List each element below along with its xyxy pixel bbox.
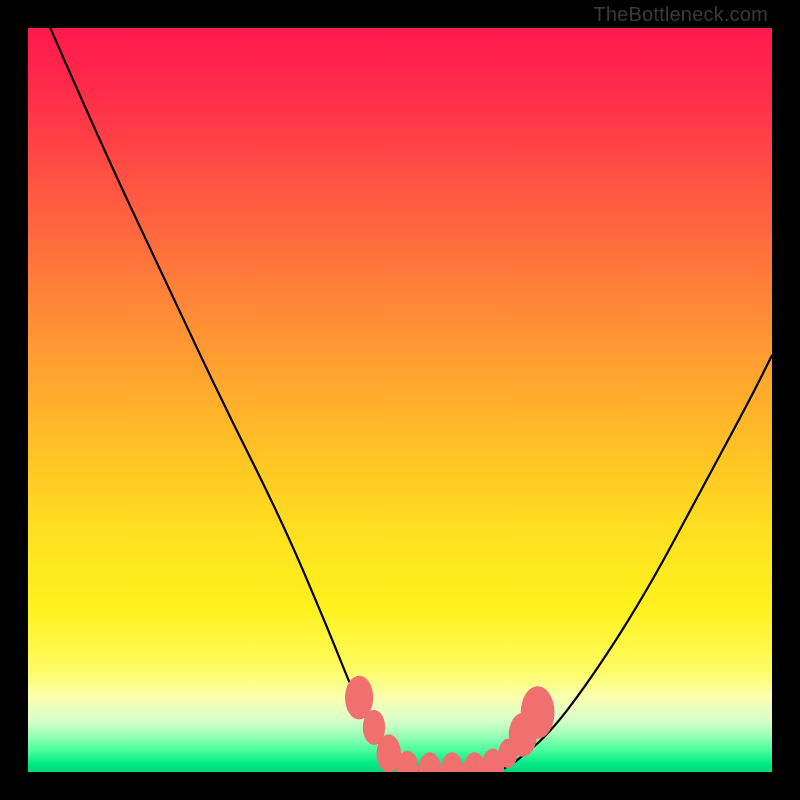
markers: [345, 676, 555, 772]
chart-frame: TheBottleneck.com: [0, 0, 800, 800]
marker-dot: [441, 752, 463, 772]
marker-dot: [521, 686, 555, 738]
curve-layer: [28, 28, 772, 772]
plot-area: [28, 28, 772, 772]
marker-dot: [419, 752, 441, 772]
bottleneck-curve: [50, 28, 772, 772]
attribution-label: TheBottleneck.com: [593, 4, 768, 27]
